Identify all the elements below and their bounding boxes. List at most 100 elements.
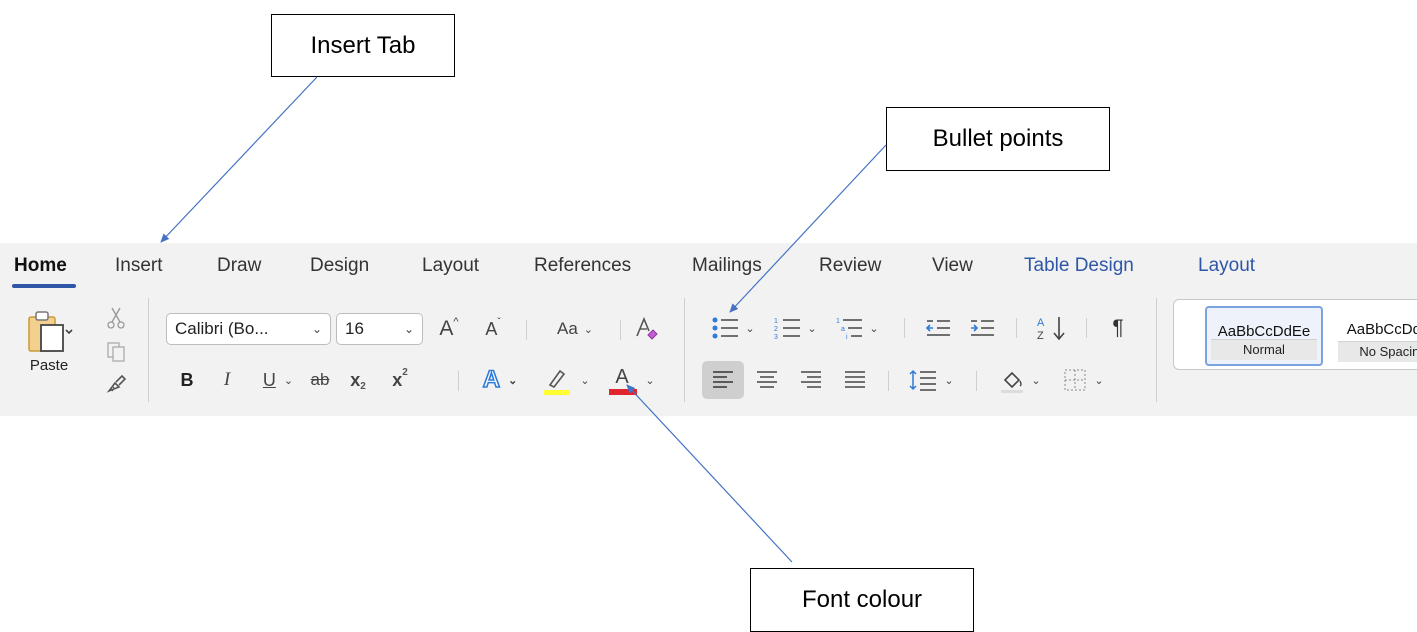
subscript-label: x bbox=[350, 369, 361, 390]
font-color-icon: A bbox=[609, 365, 638, 395]
separator bbox=[976, 371, 977, 391]
styles-gallery: AaBbCcDdEe Normal AaBbCcDdEe No Spacing bbox=[1173, 299, 1417, 370]
underline-button[interactable]: U ⌄ bbox=[256, 366, 300, 394]
separator bbox=[1156, 298, 1157, 402]
multilevel-list-icon: 1 a i bbox=[836, 318, 863, 340]
superscript-button[interactable]: x2 bbox=[386, 366, 414, 394]
font-name-dropdown[interactable]: Calibri (Bo... ⌄ bbox=[166, 313, 331, 345]
separator bbox=[1086, 318, 1087, 338]
grow-font-button[interactable]: A ^ bbox=[434, 315, 464, 343]
svg-text:3: 3 bbox=[774, 334, 778, 340]
tab-draw[interactable]: Draw bbox=[217, 255, 261, 277]
separator bbox=[458, 371, 459, 391]
line-spacing-icon bbox=[909, 369, 937, 391]
ribbon: Home Insert Draw Design Layout Reference… bbox=[0, 243, 1417, 416]
shading-button[interactable]: ⌄ bbox=[994, 363, 1046, 397]
align-right-button[interactable] bbox=[794, 361, 828, 399]
svg-text:i: i bbox=[846, 334, 848, 340]
separator bbox=[148, 298, 149, 402]
chevron-down-icon: ⌄ bbox=[944, 374, 954, 387]
paintbrush-icon bbox=[106, 374, 127, 393]
numbered-list-icon: 1 2 3 bbox=[774, 318, 801, 340]
multilevel-list-button[interactable]: 1 a i ⌄ bbox=[830, 313, 884, 343]
chevron-down-icon: ⌄ bbox=[807, 322, 817, 335]
format-painter-button[interactable] bbox=[104, 371, 128, 397]
tab-table-layout[interactable]: Layout bbox=[1198, 255, 1255, 277]
tab-mailings[interactable]: Mailings bbox=[692, 255, 762, 277]
italic-button[interactable]: I bbox=[216, 366, 238, 394]
clear-formatting-button[interactable] bbox=[632, 313, 662, 343]
align-center-icon bbox=[757, 371, 777, 388]
tab-insert[interactable]: Insert bbox=[115, 255, 163, 277]
separator bbox=[1016, 318, 1017, 338]
svg-text:2: 2 bbox=[774, 326, 778, 333]
tab-view[interactable]: View bbox=[932, 255, 973, 277]
shrink-font-button[interactable]: Aˇ bbox=[478, 315, 508, 343]
scissors-icon bbox=[107, 307, 125, 329]
decrease-indent-button[interactable] bbox=[922, 313, 954, 343]
highlighter-icon bbox=[544, 369, 571, 395]
change-case-button[interactable]: Aa ⌄ bbox=[544, 315, 606, 343]
callout-insert-tab: Insert Tab bbox=[271, 14, 455, 77]
tab-references[interactable]: References bbox=[534, 255, 631, 277]
tab-home[interactable]: Home bbox=[14, 255, 67, 277]
numbering-button[interactable]: 1 2 3 ⌄ bbox=[768, 313, 822, 343]
font-color-letter: A bbox=[615, 366, 629, 388]
chevron-down-icon: ⌄ bbox=[580, 374, 590, 387]
increase-indent-button[interactable] bbox=[966, 313, 998, 343]
superscript-label: x bbox=[392, 369, 403, 390]
style-sample: AaBbCcDdEe bbox=[1346, 321, 1417, 338]
chevron-down-icon: ⌄ bbox=[1031, 374, 1041, 387]
chevron-down-icon: ⌄ bbox=[508, 374, 518, 387]
subscript-mark: 2 bbox=[360, 380, 366, 392]
line-spacing-button[interactable]: ⌄ bbox=[902, 363, 960, 397]
style-normal[interactable]: AaBbCcDdEe Normal bbox=[1205, 306, 1323, 366]
chevron-down-icon: ⌄ bbox=[403, 322, 414, 336]
style-no-spacing[interactable]: AaBbCcDdEe No Spacing bbox=[1334, 306, 1417, 366]
text-effects-button[interactable]: A ⌄ bbox=[474, 364, 526, 396]
bullets-button[interactable]: ⌄ bbox=[706, 313, 760, 343]
chevron-down-icon: ⌄ bbox=[583, 323, 593, 336]
font-name-value: Calibri (Bo... bbox=[175, 319, 269, 338]
tab-design[interactable]: Design bbox=[310, 255, 369, 277]
callout-font-colour-text: Font colour bbox=[801, 586, 923, 613]
cut-button[interactable] bbox=[104, 305, 128, 331]
clear-formatting-icon bbox=[636, 316, 658, 340]
font-color-button[interactable]: A ⌄ bbox=[604, 364, 660, 396]
pilcrow-icon: ¶ bbox=[1112, 316, 1124, 339]
paint-bucket-icon bbox=[1001, 371, 1024, 393]
copy-button[interactable] bbox=[104, 339, 128, 365]
sort-button[interactable]: A Z bbox=[1032, 313, 1072, 343]
increase-indent-icon bbox=[971, 320, 994, 336]
align-left-button[interactable] bbox=[702, 361, 744, 399]
tab-layout[interactable]: Layout bbox=[422, 255, 479, 277]
callout-bullet-points-text: Bullet points bbox=[932, 125, 1064, 152]
callout-font-colour: Font colour bbox=[750, 568, 974, 632]
callout-insert-tab-text: Insert Tab bbox=[310, 31, 416, 59]
tab-review[interactable]: Review bbox=[819, 255, 881, 277]
strikethrough-label: ab bbox=[310, 370, 330, 389]
align-center-button[interactable] bbox=[750, 361, 784, 399]
paste-button[interactable]: Paste bbox=[10, 301, 88, 381]
chevron-down-icon: ⌄ bbox=[645, 374, 655, 387]
style-name: Normal bbox=[1211, 339, 1317, 360]
callout-bullet-points: Bullet points bbox=[886, 107, 1110, 171]
highlight-color-button[interactable]: ⌄ bbox=[538, 364, 594, 396]
show-hide-marks-button[interactable]: ¶ bbox=[1104, 313, 1132, 343]
italic-label: I bbox=[223, 369, 231, 390]
bold-button[interactable]: B bbox=[176, 366, 198, 394]
tab-table-design[interactable]: Table Design bbox=[1024, 255, 1134, 277]
svg-text:a: a bbox=[841, 326, 845, 333]
borders-button[interactable]: ⌄ bbox=[1054, 363, 1112, 397]
paste-label: Paste bbox=[29, 356, 69, 374]
chevron-down-icon: ⌄ bbox=[1094, 374, 1104, 387]
svg-text:1: 1 bbox=[774, 318, 778, 325]
font-size-dropdown[interactable]: 16 ⌄ bbox=[336, 313, 423, 345]
chevron-down-icon: ⌄ bbox=[869, 322, 879, 335]
subscript-button[interactable]: x2 bbox=[344, 366, 372, 394]
strikethrough-button[interactable]: ab bbox=[306, 366, 334, 394]
bullet-list-icon bbox=[712, 317, 739, 339]
justify-button[interactable] bbox=[838, 361, 872, 399]
superscript-mark: 2 bbox=[402, 366, 408, 378]
svg-text:Z: Z bbox=[1037, 330, 1044, 342]
